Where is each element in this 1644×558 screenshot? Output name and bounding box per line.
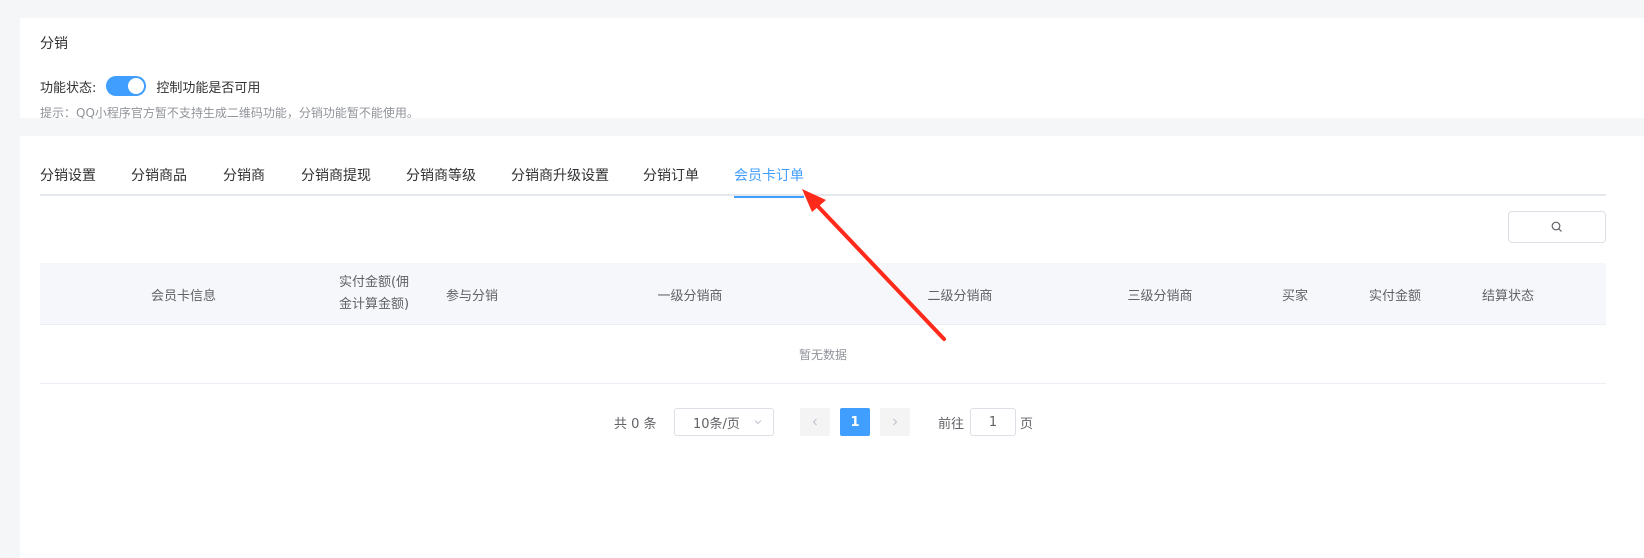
chevron-right-icon [893,418,898,426]
search-icon [1551,221,1562,232]
tab-distributor-withdrawal[interactable]: 分销商提现 [301,166,371,196]
feature-toggle-switch[interactable] [106,76,147,96]
main-card: 分销设置 分销商品 分销商 分销商提现 分销商等级 分销商升级设置 分销订单 会… [20,136,1644,558]
page-suffix: 页 [1020,416,1034,432]
hint-text: 提示：QQ小程序官方暂不支持生成二维码功能，分销功能暂不能使用。 [40,106,419,120]
tab-distributors[interactable]: 分销商 [223,166,265,196]
chevron-left-icon [812,418,817,426]
page-size-value: 10条/页 [693,416,740,432]
tab-distribution-settings[interactable]: 分销设置 [40,166,96,196]
column-header: 二级分销商 [927,288,993,304]
goto-page-input[interactable]: 1 [970,408,1016,436]
total-count: 共 0 条 [614,416,657,432]
column-header: 一级分销商 [657,288,723,304]
next-page-button[interactable] [880,408,910,436]
empty-table-message: 暂无数据 [40,325,1606,384]
tab-distribution-products[interactable]: 分销商品 [131,166,187,196]
tab-bar: 分销设置 分销商品 分销商 分销商提现 分销商等级 分销商升级设置 分销订单 会… [40,166,1606,198]
column-header: 会员卡信息 [150,288,216,304]
chevron-down-icon [754,420,762,425]
tab-distributor-upgrade-settings[interactable]: 分销商升级设置 [511,166,609,196]
goto-label: 前往 [938,416,965,432]
column-header: 实付金额 [1368,288,1421,304]
page-number-current[interactable]: 1 [840,408,870,436]
column-header: 实付金额(佣金计算金额) [338,275,410,312]
table-header: 会员卡信息 实付金额(佣金计算金额) 参与分销 一级分销商 二级分销商 三级分销… [40,263,1606,325]
page-size-select[interactable]: 10条/页 [674,408,774,436]
tab-distributor-levels[interactable]: 分销商等级 [406,166,476,196]
tab-membership-card-orders[interactable]: 会员卡订单 [734,166,804,198]
prev-page-button[interactable] [800,408,830,436]
tab-distribution-orders[interactable]: 分销订单 [643,166,699,196]
column-header: 三级分销商 [1127,288,1193,304]
switch-description: 控制功能是否可用 [156,80,261,96]
feature-status-row: 功能状态: 控制功能是否可用 [40,74,260,98]
column-header: 参与分销 [445,288,498,304]
status-label: 功能状态: [40,80,97,96]
feature-title: 分销 [40,36,68,52]
search-button[interactable] [1508,211,1606,243]
column-header: 买家 [1281,288,1308,304]
switch-knob [128,78,145,94]
feature-card: 分销 功能状态: 控制功能是否可用 提示：QQ小程序官方暂不支持生成二维码功能，… [20,18,1644,120]
pagination: 共 0 条 10条/页 1 前往 1 页 [20,408,1644,436]
column-header: 结算状态 [1481,288,1534,304]
